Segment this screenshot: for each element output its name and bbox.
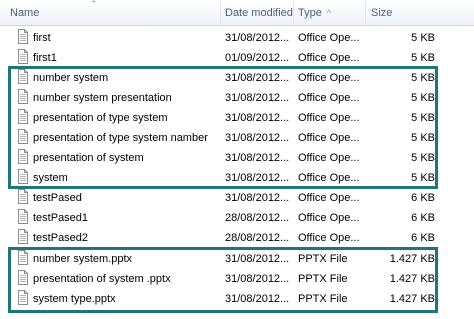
file-name: testPased: [33, 192, 82, 204]
file-size: 6 KB: [411, 212, 435, 224]
file-type: Office Ope...: [298, 32, 360, 44]
file-size: 5 KB: [411, 52, 435, 64]
file-row[interactable]: presentation of system 31/08/2012... Offic…: [0, 148, 474, 168]
document-icon: [18, 229, 28, 244]
chevron-up-icon[interactable]: ⌃: [90, 0, 98, 9]
file-row[interactable]: number system.pptx 31/08/2012... PPTX File…: [0, 249, 474, 269]
document-icon: [18, 270, 28, 285]
file-row[interactable]: number system presentation 31/08/2012... O…: [0, 88, 474, 108]
file-name: testPased2: [33, 232, 89, 244]
column-header-size[interactable]: Size: [366, 0, 474, 25]
file-size: 6 KB: [411, 192, 435, 204]
document-icon: [18, 250, 28, 265]
file-name: system type.pptx: [33, 293, 116, 305]
column-header-type[interactable]: Type ^: [294, 0, 366, 25]
file-type: Office Ope...: [298, 232, 360, 244]
file-size: 1.427 KB: [389, 293, 435, 305]
file-name: first: [33, 32, 51, 44]
file-row[interactable]: system 31/08/2012... Office Ope... 5 KB: [0, 168, 474, 188]
file-type: Office Ope...: [298, 152, 360, 164]
document-icon: [18, 149, 28, 164]
file-date-modified: 28/08/2012...: [225, 212, 290, 224]
file-type: Office Ope...: [298, 192, 360, 204]
file-size: 5 KB: [411, 112, 435, 124]
sort-ascending-icon: ^: [326, 8, 332, 18]
file-name: system: [33, 172, 68, 184]
file-size: 5 KB: [411, 172, 435, 184]
file-date-modified: 01/09/2012...: [225, 52, 290, 64]
document-icon: [18, 89, 28, 104]
file-size: 5 KB: [411, 132, 435, 144]
file-row[interactable]: first1 01/09/2012... Office Ope... 5 KB: [0, 48, 474, 68]
file-row[interactable]: presentation of type system namber 31/08/…: [0, 128, 474, 148]
file-type: PPTX File: [298, 293, 348, 305]
file-size: 5 KB: [411, 32, 435, 44]
column-header-bar: Name ⌃ Date modified Type ^ Size: [0, 0, 474, 26]
document-icon: [18, 209, 28, 224]
file-size: 6 KB: [411, 232, 435, 244]
file-row[interactable]: number system 31/08/2012... Office Ope... 5…: [0, 68, 474, 88]
file-type: Office Ope...: [298, 112, 360, 124]
column-header-name[interactable]: Name ⌃: [0, 0, 221, 25]
file-name: number system.pptx: [33, 253, 133, 265]
file-type: Office Ope...: [298, 132, 360, 144]
file-size: 5 KB: [411, 152, 435, 164]
file-date-modified: 31/08/2012...: [225, 72, 290, 84]
document-icon: [18, 69, 28, 84]
file-date-modified: 28/08/2012...: [225, 232, 290, 244]
column-header-date-modified[interactable]: Date modified: [221, 0, 294, 25]
file-row[interactable]: testPased2 28/08/2012... Office Ope... 6 KB: [0, 228, 474, 248]
document-icon: [18, 29, 28, 44]
file-date-modified: 31/08/2012...: [225, 32, 290, 44]
file-name: number system: [33, 72, 109, 84]
file-size: 1.427 KB: [389, 253, 435, 265]
file-size: 5 KB: [411, 72, 435, 84]
file-type: Office Ope...: [298, 212, 360, 224]
file-type: Office Ope...: [298, 52, 360, 64]
file-size: 5 KB: [411, 92, 435, 104]
file-row[interactable]: first 31/08/2012... Office Ope... 5 KB: [0, 28, 474, 48]
document-icon: [18, 290, 28, 305]
file-date-modified: 31/08/2012...: [225, 253, 290, 265]
file-type: Office Ope...: [298, 172, 360, 184]
file-date-modified: 31/08/2012...: [225, 132, 290, 144]
file-name: number system presentation: [33, 92, 172, 104]
file-type: PPTX File: [298, 253, 348, 265]
file-name: presentation of type system: [33, 112, 168, 124]
file-row[interactable]: testPased 31/08/2012... Office Ope... 6 KB: [0, 188, 474, 208]
file-name: presentation of system: [33, 152, 144, 164]
file-row[interactable]: presentation of system .pptx 31/08/2012..…: [0, 269, 474, 289]
file-type: Office Ope...: [298, 92, 360, 104]
file-name: testPased1: [33, 212, 89, 224]
file-date-modified: 31/08/2012...: [225, 112, 290, 124]
file-date-modified: 31/08/2012...: [225, 192, 290, 204]
file-type: Office Ope...: [298, 72, 360, 84]
file-date-modified: 31/08/2012...: [225, 172, 290, 184]
file-size: 1.427 KB: [389, 273, 435, 285]
document-icon: [18, 129, 28, 144]
file-type: PPTX File: [298, 273, 348, 285]
file-row[interactable]: system type.pptx 31/08/2012... PPTX File 1.…: [0, 289, 474, 309]
file-name: presentation of type system namber: [33, 132, 208, 144]
file-name: first1: [33, 52, 57, 64]
file-date-modified: 31/08/2012...: [225, 293, 290, 305]
document-icon: [18, 169, 28, 184]
file-row[interactable]: presentation of type system 31/08/2012...…: [0, 108, 474, 128]
document-icon: [18, 189, 28, 204]
file-date-modified: 31/08/2012...: [225, 273, 290, 285]
document-icon: [18, 109, 28, 124]
file-date-modified: 31/08/2012...: [225, 92, 290, 104]
file-name: presentation of system .pptx: [33, 273, 171, 285]
document-icon: [18, 49, 28, 64]
file-row[interactable]: testPased1 28/08/2012... Office Ope... 6 KB: [0, 208, 474, 228]
file-date-modified: 31/08/2012...: [225, 152, 290, 164]
